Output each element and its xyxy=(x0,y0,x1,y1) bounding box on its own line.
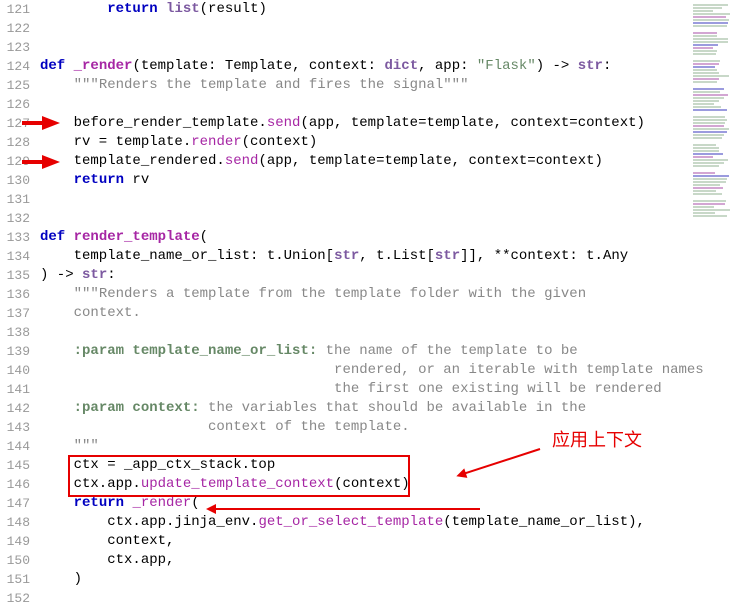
line-number-gutter: 1211221231241251261271281291301311321331… xyxy=(0,0,36,615)
line-number: 146 xyxy=(0,475,30,494)
line-number: 136 xyxy=(0,285,30,304)
line-number: 125 xyxy=(0,76,30,95)
line-number: 135 xyxy=(0,266,30,285)
code-line: ) xyxy=(40,570,704,589)
annotation-label: 应用上下文 xyxy=(552,426,642,452)
code-line: :param context: the variables that shoul… xyxy=(40,399,704,418)
line-number: 141 xyxy=(0,380,30,399)
code-line xyxy=(40,38,704,57)
line-number: 150 xyxy=(0,551,30,570)
line-number: 133 xyxy=(0,228,30,247)
code-area[interactable]: return list(result) def _render(template… xyxy=(36,0,704,615)
line-number: 124 xyxy=(0,57,30,76)
line-number: 121 xyxy=(0,0,30,19)
code-line: """Renders the template and fires the si… xyxy=(40,76,704,95)
code-line: def render_template( xyxy=(40,228,704,247)
code-line: rv = template.render(context) xyxy=(40,133,704,152)
code-editor[interactable]: 1211221231241251261271281291301311321331… xyxy=(0,0,690,615)
code-line: return rv xyxy=(40,171,704,190)
code-line: ctx.app.jinja_env.get_or_select_template… xyxy=(40,513,704,532)
annotation-arrow-icon xyxy=(42,116,60,130)
minimap[interactable] xyxy=(691,0,731,220)
code-line: context. xyxy=(40,304,704,323)
line-number: 140 xyxy=(0,361,30,380)
code-line xyxy=(40,19,704,38)
code-line: def _render(template: Template, context:… xyxy=(40,57,704,76)
annotation-arrow-icon xyxy=(214,508,480,510)
code-line: return list(result) xyxy=(40,0,704,19)
code-line: ctx.app.update_template_context(context) xyxy=(40,475,704,494)
code-line: :param template_name_or_list: the name o… xyxy=(40,342,704,361)
code-line xyxy=(40,589,704,608)
line-number: 123 xyxy=(0,38,30,57)
code-line xyxy=(40,190,704,209)
code-line: context, xyxy=(40,532,704,551)
line-number: 128 xyxy=(0,133,30,152)
line-number: 149 xyxy=(0,532,30,551)
line-number: 143 xyxy=(0,418,30,437)
code-line: before_render_template.send(app, templat… xyxy=(40,114,704,133)
code-line xyxy=(40,209,704,228)
line-number: 126 xyxy=(0,95,30,114)
line-number: 147 xyxy=(0,494,30,513)
line-number: 152 xyxy=(0,589,30,608)
line-number: 142 xyxy=(0,399,30,418)
code-line: ctx = _app_ctx_stack.top xyxy=(40,456,704,475)
line-number: 148 xyxy=(0,513,30,532)
code-line: template_name_or_list: t.Union[str, t.Li… xyxy=(40,247,704,266)
code-line: the first one existing will be rendered xyxy=(40,380,704,399)
code-line: return _render( xyxy=(40,494,704,513)
code-line xyxy=(40,323,704,342)
code-line xyxy=(40,95,704,114)
line-number: 131 xyxy=(0,190,30,209)
line-number: 130 xyxy=(0,171,30,190)
line-number: 132 xyxy=(0,209,30,228)
code-line: rendered, or an iterable with template n… xyxy=(40,361,704,380)
code-line: ctx.app, xyxy=(40,551,704,570)
line-number: 122 xyxy=(0,19,30,38)
annotation-arrow-icon xyxy=(42,155,60,169)
code-line: template_rendered.send(app, template=tem… xyxy=(40,152,704,171)
line-number: 137 xyxy=(0,304,30,323)
code-line: """Renders a template from the template … xyxy=(40,285,704,304)
line-number: 145 xyxy=(0,456,30,475)
line-number: 134 xyxy=(0,247,30,266)
line-number: 138 xyxy=(0,323,30,342)
line-number: 144 xyxy=(0,437,30,456)
line-number: 151 xyxy=(0,570,30,589)
code-line: ) -> str: xyxy=(40,266,704,285)
line-number: 139 xyxy=(0,342,30,361)
